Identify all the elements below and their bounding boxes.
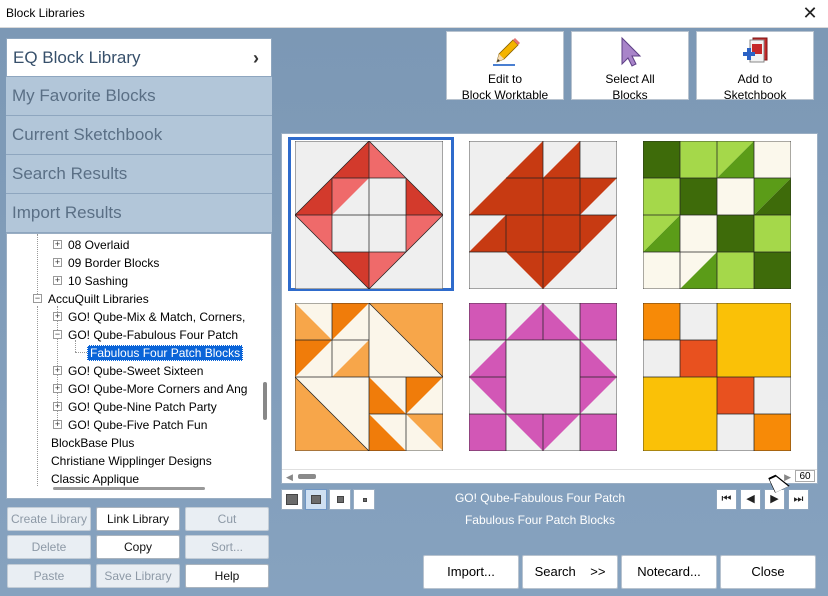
chevron-right-icon: › xyxy=(253,48,259,68)
square-icon xyxy=(337,496,344,503)
library-tree[interactable]: +08 Overlaid +09 Border Blocks +10 Sashi… xyxy=(6,233,272,499)
expand-icon[interactable]: + xyxy=(53,312,62,322)
tree-node[interactable]: +08 Overlaid xyxy=(53,235,131,253)
add-to-sketchbook-label: Add to Sketchbook xyxy=(723,72,787,102)
expand-icon[interactable]: + xyxy=(53,384,62,394)
expand-icon[interactable]: + xyxy=(53,276,62,286)
tab-label: My Favorite Blocks xyxy=(12,86,156,105)
block-thumbnail[interactable] xyxy=(469,303,617,451)
search-label: Search xyxy=(534,564,576,579)
sort-button[interactable]: Sort... xyxy=(185,535,269,559)
last-page-button[interactable]: ⏭ xyxy=(788,489,809,510)
save-library-button[interactable]: Save Library xyxy=(96,564,180,588)
tab-my-favorite-blocks[interactable]: My Favorite Blocks xyxy=(6,77,272,116)
block-thumbnail[interactable] xyxy=(295,141,443,289)
tree-node[interactable]: + GO! Qube-Nine Patch Party xyxy=(53,397,219,415)
tree-node[interactable]: + GO! Qube-Mix & Match, Corners, xyxy=(53,307,247,325)
expand-icon[interactable]: + xyxy=(53,366,62,376)
edit-to-worktable-button[interactable]: Edit to Block Worktable xyxy=(446,31,564,102)
block-3-art xyxy=(643,141,791,289)
edit-button-label: Edit to Block Worktable xyxy=(461,72,549,102)
expand-icon[interactable]: + xyxy=(53,258,62,268)
tree-node-selected[interactable]: Fabulous Four Patch Blocks xyxy=(87,343,244,361)
expand-icon[interactable]: + xyxy=(53,420,62,430)
block-thumbnail[interactable] xyxy=(643,141,791,289)
thumb-size-small-button[interactable] xyxy=(353,489,375,510)
dialog-body: EQ Block Library › My Favorite Blocks Cu… xyxy=(0,28,828,596)
library-tabs: EQ Block Library › My Favorite Blocks Cu… xyxy=(6,38,272,233)
link-library-button[interactable]: Link Library xyxy=(96,507,180,531)
block-thumbnail[interactable] xyxy=(295,303,443,451)
help-button[interactable]: Help xyxy=(185,564,269,588)
create-library-button[interactable]: Create Library xyxy=(7,507,91,531)
tab-eq-block-library[interactable]: EQ Block Library › xyxy=(6,38,272,77)
window-title: Block Libraries xyxy=(6,6,85,20)
thumb-size-medium-button[interactable] xyxy=(329,489,351,510)
delete-button[interactable]: Delete xyxy=(7,535,91,559)
prev-page-button[interactable]: ◀ xyxy=(740,489,761,510)
thumb-size-large-button[interactable] xyxy=(305,489,327,510)
tree-node[interactable]: Christiane Wipplinger Designs xyxy=(49,451,214,469)
library-caption: GO! Qube-Fabulous Four Patch xyxy=(454,491,626,505)
book-caption: Fabulous Four Patch Blocks xyxy=(464,513,616,527)
paste-button[interactable]: Paste xyxy=(7,564,91,588)
import-button[interactable]: Import... xyxy=(423,555,519,589)
scroll-left-icon[interactable]: ◀ xyxy=(286,472,293,483)
collapse-icon[interactable]: − xyxy=(53,330,62,340)
block-4-art xyxy=(295,303,443,451)
search-arrows: >> xyxy=(590,564,606,579)
block-grid[interactable]: ◀ ▶ 60 xyxy=(281,133,818,484)
tab-current-sketchbook[interactable]: Current Sketchbook xyxy=(6,116,272,155)
square-icon xyxy=(363,498,367,502)
tree-node[interactable]: + GO! Qube-Sweet Sixteen xyxy=(53,361,205,379)
collapse-icon[interactable]: − xyxy=(33,294,42,304)
select-all-label: Select All Blocks xyxy=(605,72,655,102)
block-thumbnail[interactable] xyxy=(469,141,617,289)
tree-horizontal-scrollbar[interactable] xyxy=(53,487,205,490)
block-1-art xyxy=(295,141,443,289)
tab-label: Search Results xyxy=(12,164,128,183)
square-icon xyxy=(286,494,298,505)
thumb-size-xlarge-button[interactable] xyxy=(281,489,303,510)
tab-search-results[interactable]: Search Results xyxy=(6,155,272,194)
title-bar: Block Libraries ✕ xyxy=(0,0,828,28)
tree-node[interactable]: Classic Applique xyxy=(49,469,141,487)
tree-node[interactable]: + GO! Qube-More Corners and Ang xyxy=(53,379,249,397)
copy-button[interactable]: Copy xyxy=(96,535,180,559)
expand-icon[interactable]: + xyxy=(53,240,62,250)
tree-node[interactable]: +10 Sashing xyxy=(53,271,130,289)
pencil-icon xyxy=(493,38,520,66)
scroll-thumb[interactable] xyxy=(298,474,316,479)
square-icon xyxy=(311,495,321,504)
tab-label: Current Sketchbook xyxy=(12,125,163,144)
block-thumbnail[interactable] xyxy=(643,303,791,451)
close-window-icon[interactable]: ✕ xyxy=(800,3,820,23)
cursor-arrow-icon xyxy=(621,36,642,67)
close-button[interactable]: Close xyxy=(720,555,816,589)
tree-vertical-scrollbar[interactable] xyxy=(263,382,267,420)
tree-node[interactable]: − AccuQuilt Libraries xyxy=(33,289,151,307)
tree-node[interactable]: BlockBase Plus xyxy=(49,433,136,451)
tab-import-results[interactable]: Import Results xyxy=(6,194,272,233)
tab-label: Import Results xyxy=(12,203,122,222)
tree-node[interactable]: + GO! Qube-Five Patch Fun xyxy=(53,415,209,433)
tab-label: EQ Block Library xyxy=(13,48,141,67)
add-to-sketchbook-button[interactable]: Add to Sketchbook xyxy=(696,31,814,102)
select-all-blocks-button[interactable]: Select All Blocks xyxy=(571,31,689,102)
search-button[interactable]: Search >> xyxy=(522,555,618,589)
tree-node[interactable]: +09 Border Blocks xyxy=(53,253,161,271)
cut-button[interactable]: Cut xyxy=(185,507,269,531)
notecard-button[interactable]: Notecard... xyxy=(621,555,717,589)
block-count: 60 xyxy=(795,470,815,482)
expand-icon[interactable]: + xyxy=(53,402,62,412)
block-5-art xyxy=(469,303,617,451)
tree-guide xyxy=(37,306,38,486)
block-2-art xyxy=(469,141,617,289)
sketchbook-add-icon xyxy=(743,37,768,63)
first-page-button[interactable]: ⏮ xyxy=(716,489,737,510)
block-6-art xyxy=(643,303,791,451)
tree-node[interactable]: − GO! Qube-Fabulous Four Patch xyxy=(53,325,240,343)
grid-horizontal-scrollbar[interactable]: ◀ ▶ xyxy=(282,469,817,483)
